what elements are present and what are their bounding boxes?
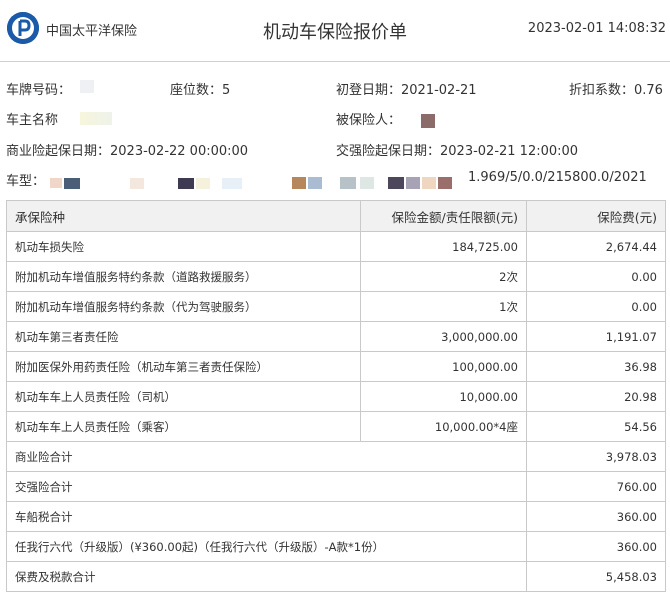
summary-name: 任我行六代（升级版）(¥360.00起)（任我行六代（升级版）-A款*1份） <box>6 531 527 562</box>
summary-row: 商业险合计 3,978.03 <box>6 441 666 472</box>
coverage-name: 机动车第三者责任险 <box>6 321 361 352</box>
seats-info: 座位数：5 <box>170 83 231 98</box>
coverage-amount: 10,000.00 <box>360 381 527 412</box>
page-title: 机动车保险报价单 <box>263 22 407 43</box>
header-divider <box>0 61 670 62</box>
coverage-name: 附加机动车增值服务特约条款（道路救援服务） <box>6 261 361 292</box>
coverage-amount: 1次 <box>360 291 527 322</box>
table-row: 附加机动车增值服务特约条款（道路救援服务） 2次 0.00 <box>6 261 666 292</box>
coverage-amount: 184,725.00 <box>360 231 527 262</box>
summary-premium: 360.00 <box>526 531 666 562</box>
coverage-name: 附加机动车增值服务特约条款（代为驾驶服务） <box>6 291 361 322</box>
quote-datetime: 2023-02-01 14:08:32 <box>527 21 666 36</box>
company-name: 中国太平洋保险 <box>46 24 138 39</box>
coverage-amount: 2次 <box>360 261 527 292</box>
coverage-amount: 100,000.00 <box>360 351 527 382</box>
header-premium: 保险费(元) <box>526 200 666 232</box>
coverage-premium: 54.56 <box>526 411 666 442</box>
plate-label: 车牌号码： <box>6 83 72 98</box>
coverage-name: 机动车损失险 <box>6 231 361 262</box>
total-premium: 5,458.03 <box>526 561 666 592</box>
summary-row: 车船税合计 360.00 <box>6 501 666 532</box>
summary-premium: 760.00 <box>526 471 666 502</box>
header-coverage: 承保险种 <box>6 200 361 232</box>
coverage-amount: 3,000,000.00 <box>360 321 527 352</box>
coverage-premium: 2,674.44 <box>526 231 666 262</box>
coverage-name: 机动车车上人员责任险（乘客） <box>6 411 361 442</box>
redacted-owner <box>80 112 112 125</box>
coverage-name: 机动车车上人员责任险（司机） <box>6 381 361 412</box>
table-row: 附加机动车增值服务特约条款（代为驾驶服务） 1次 0.00 <box>6 291 666 322</box>
compulsory-start-date: 交强险起保日期：2023-02-21 12:00:00 <box>336 144 579 159</box>
owner-label: 车主名称 <box>6 113 59 128</box>
summary-name: 商业险合计 <box>6 441 527 472</box>
summary-name: 车船税合计 <box>6 501 527 532</box>
table-row: 机动车车上人员责任险（乘客） 10,000.00*4座 54.56 <box>6 411 666 442</box>
table-row: 机动车车上人员责任险（司机） 10,000.00 20.98 <box>6 381 666 412</box>
first-registration-date: 初登日期：2021-02-21 <box>336 83 477 98</box>
redacted-plate <box>80 80 94 93</box>
table-row: 机动车损失险 184,725.00 2,674.44 <box>6 231 666 262</box>
summary-name: 交强险合计 <box>6 471 527 502</box>
coverage-premium: 1,191.07 <box>526 321 666 352</box>
coverage-premium: 0.00 <box>526 291 666 322</box>
company-logo-icon <box>7 12 39 44</box>
commercial-start-date: 商业险起保日期：2023-02-22 00:00:00 <box>6 144 249 159</box>
redacted-insured <box>421 114 435 128</box>
coverage-name: 附加医保外用药责任险（机动车第三者责任保险） <box>6 351 361 382</box>
coverage-premium: 20.98 <box>526 381 666 412</box>
summary-row: 交强险合计 760.00 <box>6 471 666 502</box>
coverage-premium: 0.00 <box>526 261 666 292</box>
insured-label: 被保险人： <box>336 113 402 128</box>
discount-factor: 折扣系数：0.76 <box>569 83 663 98</box>
total-row: 保费及税款合计 5,458.03 <box>6 561 666 592</box>
summary-row: 任我行六代（升级版）(¥360.00起)（任我行六代（升级版）-A款*1份） 3… <box>6 531 666 562</box>
model-spec: 1.969/5/0.0/215800.0/2021 <box>468 170 647 185</box>
table-header-row: 承保险种 保险金额/责任限额(元) 保险费(元) <box>6 200 666 232</box>
coverage-amount: 10,000.00*4座 <box>360 411 527 442</box>
table-row: 附加医保外用药责任险（机动车第三者责任保险） 100,000.00 36.98 <box>6 351 666 382</box>
model-label: 车型： <box>6 174 46 189</box>
summary-premium: 3,978.03 <box>526 441 666 472</box>
coverage-premium: 36.98 <box>526 351 666 382</box>
total-name: 保费及税款合计 <box>6 561 527 592</box>
table-row: 机动车第三者责任险 3,000,000.00 1,191.07 <box>6 321 666 352</box>
summary-premium: 360.00 <box>526 501 666 532</box>
header: 中国太平洋保险 机动车保险报价单 2023-02-01 14:08:32 <box>0 0 670 62</box>
premium-table: 承保险种 保险金额/责任限额(元) 保险费(元) 机动车损失险 184,725.… <box>6 200 666 592</box>
header-amount: 保险金额/责任限额(元) <box>360 200 527 232</box>
